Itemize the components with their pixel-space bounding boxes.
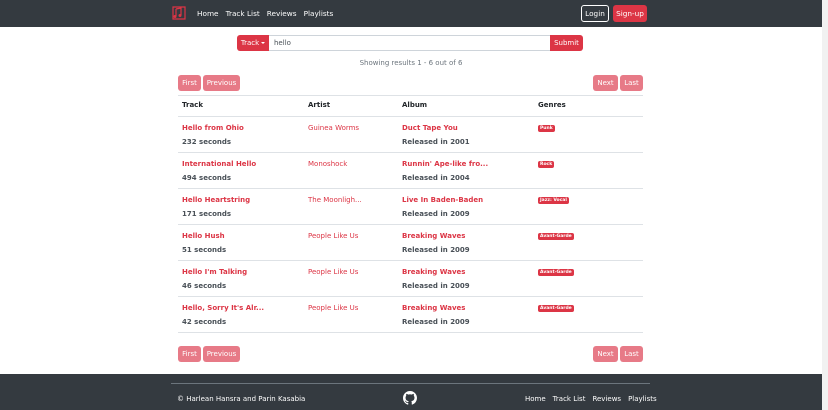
next-page-button[interactable]: Next (593, 75, 618, 91)
results-count: Showing results 1 - 6 out of 6 (359, 59, 463, 67)
track-length: 171 seconds (182, 210, 232, 218)
table-row: Hello Heartstring 171 seconds The Moonli… (178, 189, 643, 225)
release-year: Released in 2009 (402, 282, 470, 290)
release-year: Released in 2004 (402, 174, 470, 182)
genre-badge: Punk (538, 125, 555, 132)
album-title[interactable]: Breaking Waves (402, 268, 465, 276)
first-page-button-bottom[interactable]: First (178, 346, 201, 362)
main-nav: Home Track List Reviews Playlists (197, 9, 333, 18)
album-title[interactable]: Runnin' Ape-like fro... (402, 160, 488, 168)
footer-nav: Home Track List Reviews Playlists (525, 395, 657, 403)
album-title[interactable]: Breaking Waves (402, 232, 465, 240)
table-row: Hello Hush 51 seconds People Like Us Bre… (178, 225, 643, 261)
search-bar: Track hello Submit (237, 35, 583, 51)
table-top-border (178, 95, 643, 96)
track-title[interactable]: Hello, Sorry It's Alr... (182, 304, 264, 312)
release-year: Released in 2009 (402, 318, 470, 326)
genre-badge: Jazz: Vocal (538, 197, 569, 204)
track-title[interactable]: Hello from Ohio (182, 124, 244, 132)
login-button[interactable]: Login (581, 5, 609, 22)
genre-badge: Avant-Garde (538, 233, 574, 240)
track-title[interactable]: Hello Heartstring (182, 196, 250, 204)
genre-badge: Rock (538, 161, 555, 168)
artist-name[interactable]: Monoshock (308, 160, 347, 168)
first-page-button[interactable]: First (178, 75, 201, 91)
album-title[interactable]: Live In Baden-Baden (402, 196, 483, 204)
footer-divider (171, 383, 650, 384)
track-title[interactable]: International Hello (182, 160, 256, 168)
table-row: International Hello 494 seconds Monoshoc… (178, 153, 643, 189)
album-title[interactable]: Duct Tape You (402, 124, 458, 132)
previous-page-button-bottom[interactable]: Previous (203, 346, 240, 362)
footer-link-home[interactable]: Home (525, 395, 546, 403)
genre-badge: Avant-Garde (538, 269, 574, 276)
track-length: 232 seconds (182, 138, 232, 146)
track-title[interactable]: Hello I'm Talking (182, 268, 247, 276)
github-icon[interactable] (403, 391, 417, 405)
artist-name[interactable]: People Like Us (308, 268, 358, 276)
footer-link-track-list[interactable]: Track List (553, 395, 586, 403)
artist-name[interactable]: Guinea Worms (308, 124, 359, 132)
column-header-genres: Genres (538, 101, 566, 109)
search-type-label: Track (240, 39, 260, 47)
footer-link-playlists[interactable]: Playlists (628, 395, 657, 403)
footer-link-reviews[interactable]: Reviews (592, 395, 621, 403)
track-title[interactable]: Hello Hush (182, 232, 225, 240)
track-length: 46 seconds (182, 282, 227, 290)
nav-link-track-list[interactable]: Track List (226, 9, 260, 18)
release-year: Released in 2009 (402, 246, 470, 254)
artist-name[interactable]: People Like Us (308, 304, 358, 312)
nav-link-reviews[interactable]: Reviews (267, 9, 297, 18)
track-length: 51 seconds (182, 246, 227, 254)
caret-down-icon (261, 42, 266, 44)
signup-button[interactable]: Sign-up (613, 5, 647, 22)
table-row: Hello from Ohio 232 seconds Guinea Worms… (178, 117, 643, 153)
search-type-dropdown[interactable]: Track (237, 35, 269, 51)
nav-link-home[interactable]: Home (197, 9, 219, 18)
artist-name[interactable]: People Like Us (308, 232, 358, 240)
navbar (0, 0, 828, 27)
artist-name[interactable]: The Moonligh... (308, 196, 362, 204)
next-page-button-bottom[interactable]: Next (593, 346, 618, 362)
track-length: 42 seconds (182, 318, 227, 326)
genre-badge: Avant-Garde (538, 305, 574, 312)
release-year: Released in 2001 (402, 138, 470, 146)
track-length: 494 seconds (182, 174, 232, 182)
submit-button[interactable]: Submit (550, 35, 583, 51)
previous-page-button[interactable]: Previous (203, 75, 240, 91)
table-row: Hello, Sorry It's Alr... 42 seconds Peop… (178, 297, 643, 333)
release-year: Released in 2009 (402, 210, 470, 218)
copyright-text: © Harlean Hansra and Parin Kasabia (177, 395, 306, 403)
page-scrollbar[interactable] (822, 0, 828, 410)
column-header-artist: Artist (308, 101, 331, 109)
column-header-track: Track (182, 101, 203, 109)
album-title[interactable]: Breaking Waves (402, 304, 465, 312)
column-header-album: Album (402, 101, 428, 109)
search-input[interactable]: hello (269, 35, 550, 51)
last-page-button[interactable]: Last (620, 75, 643, 91)
table-row: Hello I'm Talking 46 seconds People Like… (178, 261, 643, 297)
nav-link-playlists[interactable]: Playlists (304, 9, 334, 18)
music-logo-icon[interactable] (171, 5, 187, 21)
last-page-button-bottom[interactable]: Last (620, 346, 643, 362)
